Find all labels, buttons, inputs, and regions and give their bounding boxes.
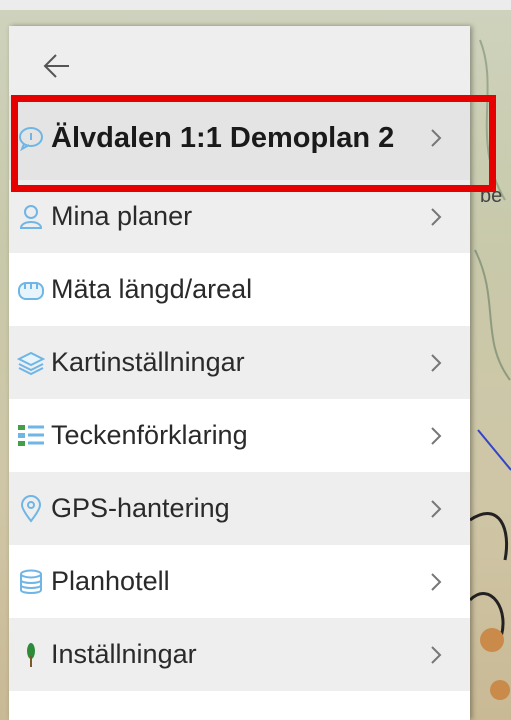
back-row[interactable] [9,26,470,96]
menu-item-label: Kartinställningar [51,347,245,377]
menu-item-current-plan[interactable]: Älvdalen 1:1 Demoplan 2 [9,96,470,180]
tree-icon [16,640,46,670]
menu-item-teckenforklaring[interactable]: Teckenförklaring [9,399,470,472]
menu-item-label: Mina planer [51,201,193,231]
chevron-right-icon [431,353,442,372]
chevron-right-icon [431,499,442,518]
chevron-right-icon [431,645,442,664]
navigation-drawer: Älvdalen 1:1 Demoplan 2 Mina planer Mäta… [9,26,470,720]
menu-item-planhotell[interactable]: Planhotell [9,545,470,618]
menu-item-partial [9,691,470,720]
map-label: be [480,185,503,207]
menu-item-kartinstallningar[interactable]: Kartinställningar [9,326,470,399]
menu-item-gps-hantering[interactable]: GPS-hantering [9,472,470,545]
menu-item-installningar[interactable]: Inställningar [9,618,470,691]
legend-icon [16,421,46,451]
menu-item-mata-langd-areal[interactable]: Mäta längd/areal [9,253,470,326]
measure-icon [16,275,46,305]
chevron-right-icon [431,426,442,445]
plan-info-icon [16,123,46,153]
location-pin-icon [16,494,46,524]
back-arrow-icon[interactable] [43,53,71,79]
chevron-right-icon [431,129,442,147]
menu-item-label: Älvdalen 1:1 Demoplan 2 [51,121,395,154]
menu-item-label: Inställningar [51,639,197,669]
menu-item-label: Mäta längd/areal [51,274,253,304]
chevron-right-icon [431,207,442,226]
person-icon [16,202,46,232]
menu-item-mina-planer[interactable]: Mina planer [9,180,470,253]
chevron-right-icon [431,572,442,591]
status-strip [0,0,511,10]
layers-icon [16,348,46,378]
menu-item-label: Teckenförklaring [51,420,248,450]
menu-item-label: GPS-hantering [51,493,230,523]
menu-item-label: Planhotell [51,566,170,596]
database-icon [16,567,46,597]
